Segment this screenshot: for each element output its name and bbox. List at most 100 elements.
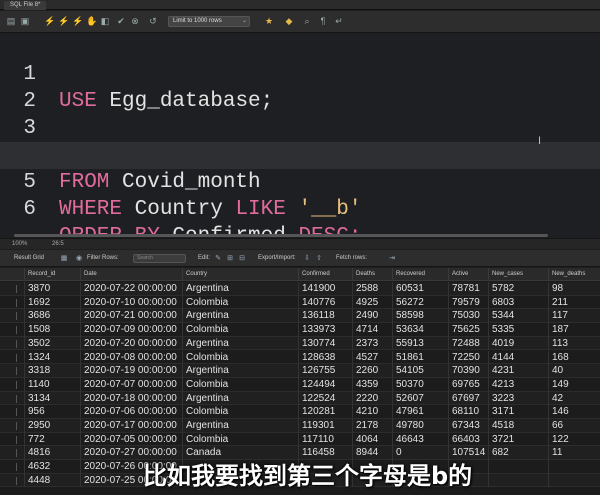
open-file-icon[interactable]: ▤ xyxy=(6,16,16,26)
column-header[interactable]: New_cases xyxy=(488,268,548,281)
table-cell[interactable]: 2490 xyxy=(352,309,392,324)
grid-view-icon[interactable]: ▦ xyxy=(60,255,68,262)
add-row-icon[interactable]: ⊞ xyxy=(226,255,234,262)
table-cell[interactable]: 46643 xyxy=(392,432,448,447)
table-cell[interactable]: 79579 xyxy=(448,295,488,310)
table-cell[interactable]: 2588 xyxy=(352,282,392,296)
table-cell[interactable]: 2020-07-06 00:00:00 xyxy=(80,405,182,419)
column-header[interactable]: Date xyxy=(80,268,182,281)
column-header[interactable]: New_deaths xyxy=(548,268,600,281)
save-icon[interactable]: ▣ xyxy=(20,16,30,26)
table-cell[interactable]: 75625 xyxy=(448,323,488,337)
table-cell[interactable]: 4210 xyxy=(352,405,392,419)
table-cell[interactable]: 140776 xyxy=(298,295,352,310)
table-cell[interactable]: 4925 xyxy=(352,295,392,310)
table-cell[interactable]: 50370 xyxy=(392,377,448,392)
table-cell[interactable]: Argentina xyxy=(182,364,298,378)
table-cell[interactable]: 54105 xyxy=(392,364,448,378)
column-header[interactable]: Deaths xyxy=(352,268,392,281)
filter-rows-input[interactable]: Search xyxy=(133,254,186,263)
table-cell[interactable]: Argentina xyxy=(182,336,298,351)
rollback-icon[interactable]: ↺ xyxy=(148,16,158,26)
execute-icon[interactable]: ⚡ xyxy=(44,16,55,26)
table-cell[interactable]: Colombia xyxy=(182,405,298,419)
table-cell[interactable]: 78781 xyxy=(448,282,488,296)
table-cell[interactable]: 72488 xyxy=(448,336,488,351)
table-row[interactable]: 1508 2020-07-09 00:00:00 Colombia 133973 471… xyxy=(0,323,600,337)
table-cell[interactable]: 42 xyxy=(548,391,600,406)
table-cell[interactable]: 2178 xyxy=(352,419,392,433)
table-cell[interactable]: 5344 xyxy=(488,309,548,324)
table-cell[interactable]: 4714 xyxy=(352,323,392,337)
column-header[interactable]: Confirmed xyxy=(298,268,352,281)
table-cell[interactable]: 2020-07-21 00:00:00 xyxy=(80,309,182,324)
table-cell[interactable]: 2020-07-18 00:00:00 xyxy=(80,391,182,406)
table-cell[interactable]: 4064 xyxy=(352,432,392,447)
table-cell[interactable]: 146 xyxy=(548,405,600,419)
table-cell[interactable]: 117110 xyxy=(298,432,352,447)
table-cell[interactable]: 67697 xyxy=(448,391,488,406)
table-cell[interactable]: 119301 xyxy=(298,419,352,433)
table-cell[interactable]: 3134 xyxy=(24,391,80,406)
column-header[interactable]: Country xyxy=(182,268,298,281)
table-cell[interactable]: 4359 xyxy=(352,377,392,392)
table-cell[interactable]: 1692 xyxy=(24,295,80,310)
table-cell[interactable]: 40 xyxy=(548,364,600,378)
table-cell[interactable]: 130774 xyxy=(298,336,352,351)
fetch-next-icon[interactable]: ⇥ xyxy=(388,255,396,262)
table-cell[interactable]: 53634 xyxy=(392,323,448,337)
table-cell[interactable]: 122 xyxy=(548,432,600,447)
import-icon[interactable]: ⇧ xyxy=(315,255,323,262)
table-row[interactable]: 3134 2020-07-18 00:00:00 Argentina 122524 22… xyxy=(0,391,600,406)
table-cell[interactable]: 66 xyxy=(548,419,600,433)
table-row[interactable]: 3870 2020-07-22 00:00:00 Argentina 141900 25… xyxy=(0,282,600,296)
table-cell[interactable]: 56272 xyxy=(392,295,448,310)
table-cell[interactable]: 128638 xyxy=(298,350,352,365)
table-row[interactable]: 956 2020-07-06 00:00:00 Colombia 120281 4210… xyxy=(0,405,600,419)
table-row[interactable]: 3318 2020-07-19 00:00:00 Argentina 126755 22… xyxy=(0,364,600,378)
table-cell[interactable]: 72250 xyxy=(448,350,488,365)
zoom-level[interactable]: 100% xyxy=(12,239,27,249)
table-cell[interactable]: 117 xyxy=(548,309,600,324)
table-cell[interactable]: 168 xyxy=(548,350,600,365)
table-cell[interactable]: 211 xyxy=(548,295,600,310)
table-cell[interactable]: 133973 xyxy=(298,323,352,337)
execute-current-icon[interactable]: ⚡ xyxy=(58,16,69,26)
export-icon[interactable]: ⇩ xyxy=(303,255,311,262)
table-row[interactable]: 3502 2020-07-20 00:00:00 Argentina 130774 23… xyxy=(0,336,600,351)
table-cell[interactable]: 4213 xyxy=(488,377,548,392)
table-cell[interactable]: Argentina xyxy=(182,309,298,324)
table-row[interactable]: 3686 2020-07-21 00:00:00 Argentina 136118 24… xyxy=(0,309,600,324)
autocommit-icon[interactable]: ✔ xyxy=(116,16,126,26)
edit-row-icon[interactable]: ✎ xyxy=(214,255,222,262)
table-cell[interactable]: 58598 xyxy=(392,309,448,324)
commit-icon[interactable]: ⊗ xyxy=(130,16,140,26)
table-cell[interactable]: Colombia xyxy=(182,350,298,365)
table-cell[interactable]: 3686 xyxy=(24,309,80,324)
table-cell[interactable]: 75030 xyxy=(448,309,488,324)
explain-icon[interactable]: ⚡ xyxy=(72,16,83,26)
table-cell[interactable]: 68110 xyxy=(448,405,488,419)
limit-rows-select[interactable]: Limit to 1000 rows ⌄ xyxy=(168,16,250,27)
table-row[interactable]: 1324 2020-07-08 00:00:00 Colombia 128638 452… xyxy=(0,350,600,365)
table-cell[interactable]: 5782 xyxy=(488,282,548,296)
table-cell[interactable]: Argentina xyxy=(182,282,298,296)
table-cell[interactable]: 120281 xyxy=(298,405,352,419)
table-cell[interactable]: 49780 xyxy=(392,419,448,433)
table-cell[interactable]: 2220 xyxy=(352,391,392,406)
table-cell[interactable]: 3721 xyxy=(488,432,548,447)
table-cell[interactable]: 126755 xyxy=(298,364,352,378)
table-cell[interactable]: 67343 xyxy=(448,419,488,433)
result-grid-tab[interactable]: Result Grid xyxy=(14,250,44,267)
table-cell[interactable]: 122524 xyxy=(298,391,352,406)
table-cell[interactable]: 4144 xyxy=(488,350,548,365)
table-cell[interactable]: 772 xyxy=(24,432,80,447)
table-cell[interactable]: 4527 xyxy=(352,350,392,365)
table-cell[interactable]: 2020-07-19 00:00:00 xyxy=(80,364,182,378)
table-cell[interactable]: 3870 xyxy=(24,282,80,296)
table-row[interactable]: 772 2020-07-05 00:00:00 Colombia 117110 4064… xyxy=(0,432,600,447)
table-cell[interactable]: 1508 xyxy=(24,323,80,337)
table-cell[interactable]: 4518 xyxy=(488,419,548,433)
table-cell[interactable]: Colombia xyxy=(182,295,298,310)
table-cell[interactable]: 3171 xyxy=(488,405,548,419)
